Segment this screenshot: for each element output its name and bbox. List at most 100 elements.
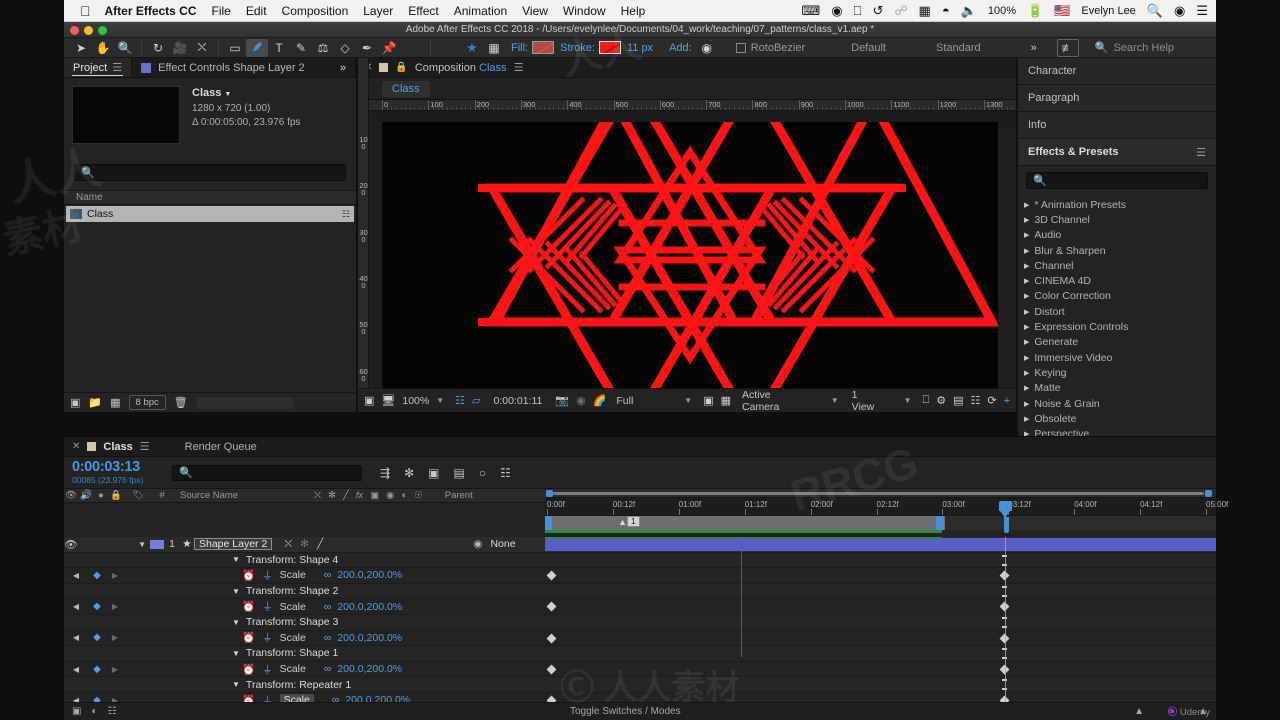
timeline-scroll-track[interactable]	[553, 492, 1204, 495]
views-count-value[interactable]: 1 View	[852, 389, 881, 413]
stopwatch-icon[interactable]: ⏰	[242, 694, 255, 702]
bluetooth-icon[interactable]: ☍	[894, 3, 907, 19]
siri-icon[interactable]: ◉	[1174, 3, 1185, 19]
quality-icon[interactable]: ╱	[343, 490, 349, 501]
clone-stamp-tool[interactable]: ⚖	[312, 39, 334, 57]
timeline-track-area[interactable]	[545, 693, 1216, 702]
work-area-end-handle[interactable]	[936, 516, 945, 530]
stopwatch-icon[interactable]: ⏰	[242, 600, 255, 613]
parent-pickwhip-icon[interactable]: ◉	[473, 538, 482, 550]
menu-item-window[interactable]: Window	[563, 4, 606, 18]
chevron-right-icon[interactable]: ▶	[1024, 277, 1029, 285]
exposure-plus-icon[interactable]: +	[1004, 395, 1010, 407]
zoom-out-timeline-icon[interactable]: ▲	[1134, 706, 1144, 717]
search-help-box[interactable]: 🔍 Search Help	[1095, 41, 1174, 55]
timeline-track-area[interactable]	[545, 568, 1216, 583]
camera-tool[interactable]: 🎥	[169, 39, 191, 57]
timeline-track-area[interactable]	[545, 599, 1216, 614]
timeline-scroll-handle-right[interactable]	[1205, 490, 1212, 497]
timeline-time-ruler[interactable]: 0:00f 00:12f 01:00f 01:12f 02:00f 02:12f 03:00…	[545, 498, 1228, 516]
reset-exposure-icon[interactable]: ⟳	[987, 394, 996, 407]
group-expand-arrow[interactable]: ▼	[232, 649, 240, 658]
motion-blur-footer-icon[interactable]: ☷	[108, 706, 117, 717]
always-preview-icon[interactable]: ▣	[364, 394, 374, 407]
group-name[interactable]: Transform: Repeater 1	[246, 679, 351, 691]
effects-category-item[interactable]: ▶ Keying	[1024, 365, 1216, 380]
layer-label-color[interactable]	[150, 539, 164, 549]
panel-effects-presets[interactable]: Effects & Presets ☰	[1018, 139, 1216, 166]
stopwatch-icon[interactable]: ⏰	[242, 631, 255, 644]
property-value[interactable]: 200.0,200.0%	[337, 601, 402, 613]
menu-item-layer[interactable]: Layer	[363, 4, 393, 18]
next-keyframe-arrow[interactable]: ▶	[106, 665, 124, 674]
workspace-standard-label[interactable]: Standard	[936, 42, 981, 54]
next-keyframe-arrow[interactable]: ▶	[106, 571, 124, 580]
composition-mini-flowchart-icon[interactable]: ⇶	[380, 466, 390, 480]
effects-search-input[interactable]: 🔍	[1026, 172, 1208, 189]
resolution-value[interactable]: Full	[616, 395, 633, 407]
effects-category-item[interactable]: ▶ * Animation Presets	[1024, 197, 1216, 212]
effects-category-item[interactable]: ▶ Expression Controls	[1024, 319, 1216, 334]
resolution-chevron-down-icon[interactable]: ▼	[684, 396, 692, 405]
zoom-tool[interactable]: 🔍	[114, 39, 136, 57]
group-name[interactable]: Transform: Shape 2	[246, 585, 338, 597]
timeline-track-area[interactable]	[545, 662, 1216, 677]
toggle-switches-modes-button[interactable]: Toggle Switches / Modes	[570, 706, 681, 717]
keyframe-diamond-icon[interactable]: ◆	[88, 570, 106, 581]
label-icon[interactable]: 🏷	[124, 490, 152, 501]
timeline-track-area[interactable]	[545, 553, 1216, 568]
text-tool[interactable]: T	[268, 39, 290, 57]
property-name[interactable]: Scale	[280, 632, 306, 644]
timeline-search-input[interactable]: 🔍	[172, 464, 362, 481]
effects-panel-menu-icon[interactable]: ☰	[1196, 146, 1206, 159]
layer-switches[interactable]: ⛌ ✻ ╱	[284, 538, 323, 551]
effects-category-item[interactable]: ▶ Matte	[1024, 381, 1216, 396]
next-keyframe-arrow[interactable]: ▶	[106, 633, 124, 642]
comp-flowchart-icon[interactable]: ☷	[342, 209, 350, 220]
chevron-right-icon[interactable]: ▶	[1024, 262, 1029, 270]
view-chevron-down-icon[interactable]: ▼	[831, 396, 839, 405]
view-camera-value[interactable]: Active Camera	[742, 389, 806, 413]
pen-tool[interactable]	[246, 38, 268, 57]
collapse-transformations-icon[interactable]: ✻	[328, 490, 336, 501]
timeline-group-row[interactable]: ▼ Transform: Repeater 1	[64, 677, 1216, 693]
keyframe-marker[interactable]	[546, 664, 557, 675]
transparency-grid-icon[interactable]: ▱	[472, 394, 480, 407]
link-icon[interactable]: ∞	[324, 601, 332, 613]
layer-expand-arrow[interactable]: ▼	[124, 540, 146, 549]
3d-layer-icon[interactable]: ☉	[414, 490, 423, 501]
timeline-layer-row[interactable]: 👁▼1★Shape Layer 2⛌✻╱◉None▼	[64, 537, 1216, 553]
graph-editor-set-icon[interactable]: ⏚	[262, 568, 273, 583]
show-snapshot-icon[interactable]: ◉	[576, 394, 586, 407]
frame-blend-icon[interactable]: ▣	[370, 490, 379, 501]
timeline-property-row[interactable]: ◀ ◆ ▶ ⏰ ⏚ Scale ∞ 200.0,200.0%	[64, 692, 1216, 702]
group-expand-arrow[interactable]: ▼	[232, 555, 240, 564]
column-index-header[interactable]: #	[152, 490, 172, 501]
project-overflow-icon[interactable]: »	[340, 62, 346, 74]
take-snapshot-icon[interactable]: 📷	[555, 394, 569, 407]
timeline-group-row[interactable]: ▼ Transform: Shape 1	[64, 646, 1216, 662]
effects-category-item[interactable]: ▶ Obsolete	[1024, 411, 1216, 426]
menu-item-file[interactable]: File	[212, 4, 231, 18]
timeline-zoom-scrollbar[interactable]	[545, 489, 1216, 498]
bit-depth-button[interactable]: 8 bpc	[128, 395, 166, 410]
graph-editor-set-icon[interactable]: ⏚	[262, 630, 273, 645]
new-folder-icon[interactable]: 📁	[88, 396, 102, 409]
keyframe-diamond-icon[interactable]: ◆	[88, 664, 106, 675]
property-value[interactable]: 200.0,200.0%	[337, 569, 402, 581]
flag-icon[interactable]: 🇺🇸	[1054, 3, 1070, 19]
enable-frame-blending-icon[interactable]: ◐	[91, 706, 97, 717]
fill-swatch[interactable]	[532, 41, 555, 54]
link-icon[interactable]: ∞	[332, 694, 340, 702]
timeline-track-area[interactable]	[545, 537, 1216, 552]
group-expand-arrow[interactable]: ▼	[232, 680, 240, 689]
add-label[interactable]: Add:	[669, 42, 692, 54]
prev-keyframe-arrow[interactable]: ◀	[64, 571, 88, 580]
battery-bar-icon[interactable]: ▦	[919, 3, 931, 19]
keyframe-diamond-icon[interactable]: ◆	[88, 632, 106, 643]
group-expand-arrow[interactable]: ▼	[232, 587, 240, 596]
keyframe-diamond-icon[interactable]: ◆	[88, 695, 106, 702]
chevron-right-icon[interactable]: ▶	[1024, 369, 1029, 377]
property-value[interactable]: 200.0,200.0%	[337, 663, 402, 675]
workspace-presets-icon[interactable]: ≢	[1056, 38, 1079, 57]
